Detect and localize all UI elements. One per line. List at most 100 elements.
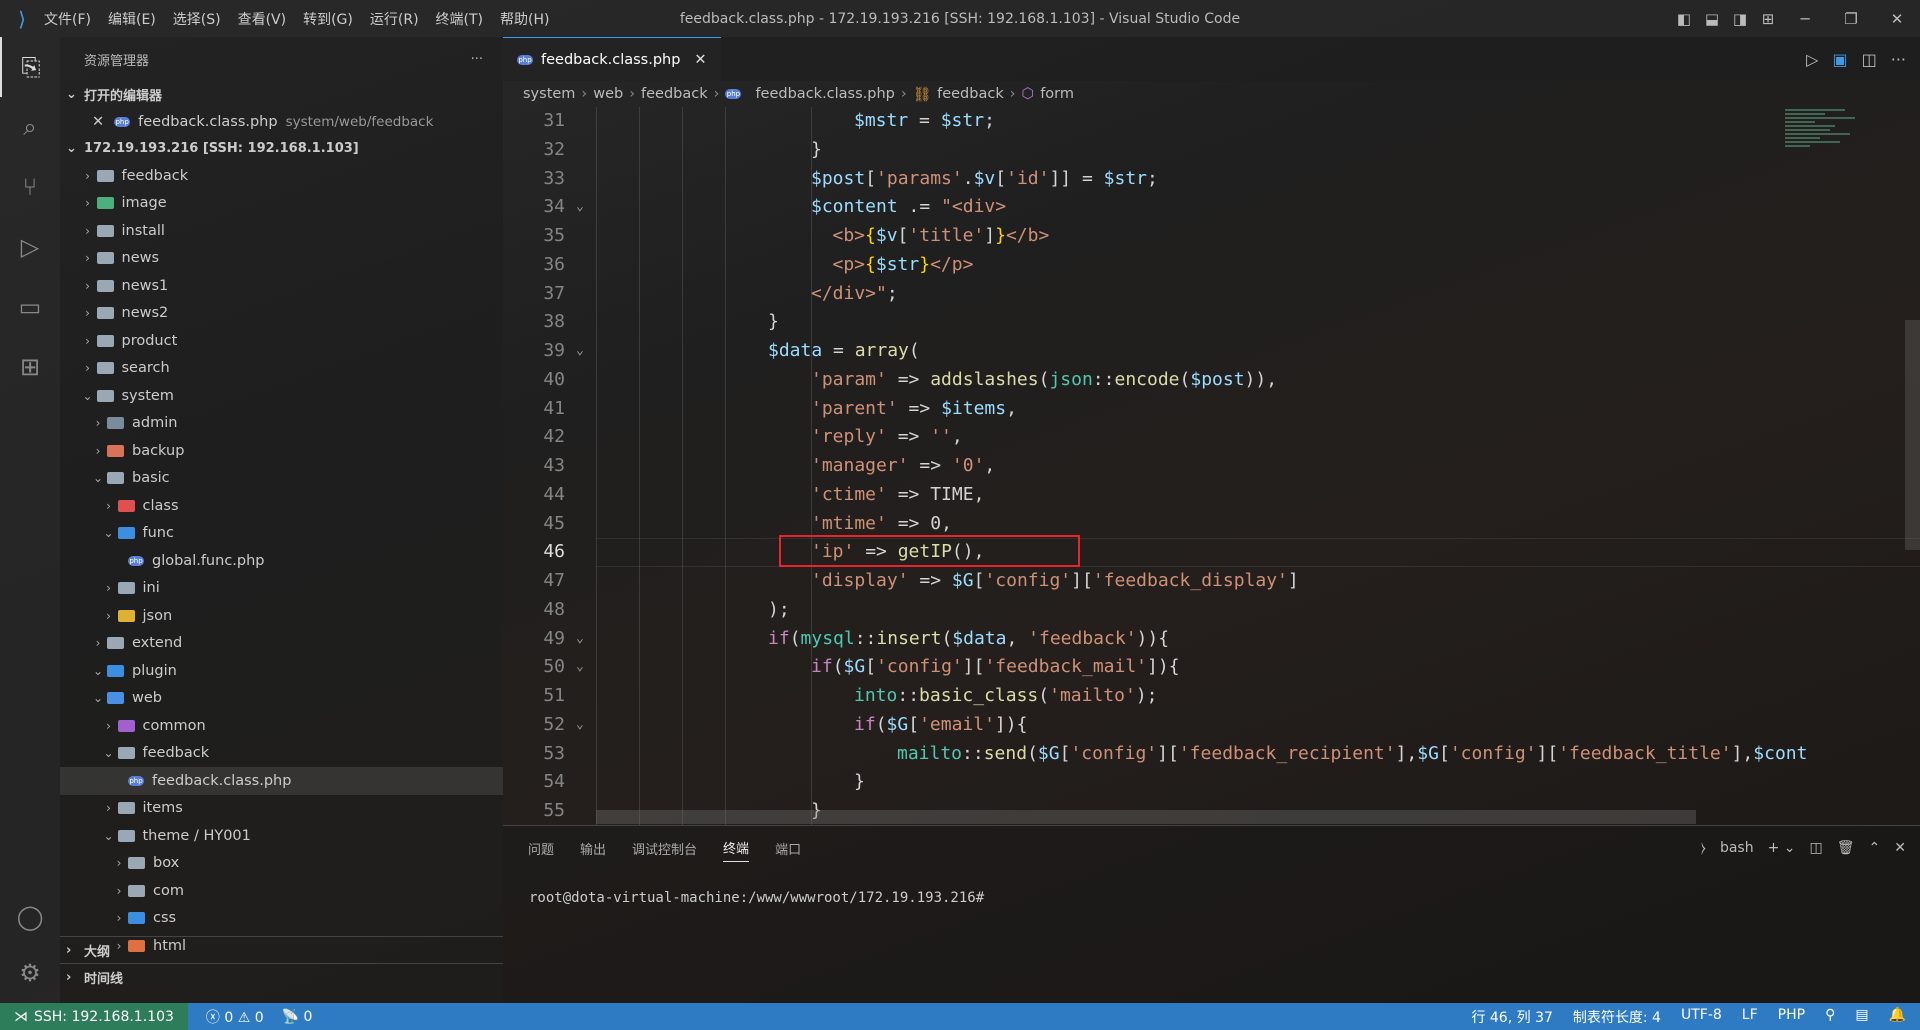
- tree-item[interactable]: › items: [60, 795, 503, 823]
- tree-item[interactable]: › news: [60, 245, 503, 273]
- minimap[interactable]: [1785, 107, 1885, 247]
- tree-item[interactable]: › class: [60, 492, 503, 520]
- menu-item[interactable]: 帮助(H): [500, 12, 549, 28]
- indentation[interactable]: 制表符长度: 4: [1573, 1007, 1661, 1027]
- open-editors-section[interactable]: ⌄ 打开的编辑器: [60, 81, 503, 108]
- tree-item[interactable]: ⌄ theme / HY001: [60, 822, 503, 850]
- breadcrumb-item[interactable]: system: [523, 86, 575, 102]
- remote-indicator[interactable]: ⋊ SSH: 192.168.1.103: [0, 1003, 188, 1030]
- tab-feedback-class-php[interactable]: php feedback.class.php ✕: [503, 37, 721, 81]
- tree-item[interactable]: › search: [60, 355, 503, 383]
- toggle-sidebar-icon[interactable]: ◧: [1670, 10, 1698, 28]
- close-button[interactable]: ✕: [1874, 10, 1920, 28]
- menu-item[interactable]: 终端(T): [436, 12, 483, 28]
- menu-item[interactable]: 运行(R): [370, 12, 419, 28]
- tree-item[interactable]: › common: [60, 712, 503, 740]
- end-of-line[interactable]: LF: [1742, 1007, 1758, 1027]
- ports-indicator[interactable]: 📡 0: [282, 1009, 313, 1025]
- php-debug-icon[interactable]: ▣: [1832, 50, 1847, 69]
- customize-layout-icon[interactable]: ⊞: [1754, 10, 1782, 28]
- fold-chevron-icon[interactable]: ⌄: [576, 625, 584, 654]
- breadcrumb-item[interactable]: feedback.class.php: [755, 86, 894, 102]
- explorer-icon[interactable]: ⎘: [0, 37, 60, 97]
- run-icon[interactable]: ▷: [1806, 50, 1818, 69]
- outline-section[interactable]: › 大纲: [60, 937, 503, 964]
- terminal-shell-label[interactable]: bash: [1720, 840, 1754, 856]
- run-debug-icon[interactable]: ▷: [0, 217, 60, 277]
- panel-tab[interactable]: 端口: [775, 839, 801, 858]
- menu-item[interactable]: 查看(V): [238, 12, 287, 28]
- tree-item[interactable]: ⌄ plugin: [60, 657, 503, 685]
- tree-item[interactable]: ⌄ web: [60, 685, 503, 713]
- settings-gear-icon[interactable]: ⚙: [0, 943, 60, 1003]
- more-actions-icon[interactable]: ···: [1891, 50, 1906, 69]
- breadcrumb-item[interactable]: feedback: [641, 86, 708, 102]
- tree-item[interactable]: › image: [60, 190, 503, 218]
- workspace-root[interactable]: ⌄ 172.19.193.216 [SSH: 192.168.1.103]: [60, 135, 503, 162]
- close-tab-icon[interactable]: ✕: [694, 52, 706, 68]
- menu-item[interactable]: 编辑(E): [108, 12, 156, 28]
- horizontal-scrollbar[interactable]: [596, 810, 1696, 824]
- tree-item[interactable]: › ini: [60, 575, 503, 603]
- terminal-output[interactable]: root@dota-virtual-machine:/www/wwwroot/1…: [503, 870, 1920, 926]
- tree-item[interactable]: › com: [60, 877, 503, 905]
- close-panel-icon[interactable]: ✕: [1894, 840, 1906, 856]
- fold-chevron-icon[interactable]: ⌄: [576, 653, 584, 682]
- open-editor-item[interactable]: ✕ php feedback.class.php system/web/feedbac…: [60, 108, 503, 135]
- tree-item[interactable]: › admin: [60, 410, 503, 438]
- panel-tab[interactable]: 输出: [580, 839, 606, 858]
- search-icon[interactable]: ⌕: [0, 97, 60, 157]
- problems-indicator[interactable]: ⓧ 0 ⚠ 0: [206, 1007, 264, 1027]
- tree-item[interactable]: › news1: [60, 272, 503, 300]
- tree-item[interactable]: › backup: [60, 437, 503, 465]
- timeline-section[interactable]: › 时间线: [60, 964, 503, 991]
- new-terminal-icon[interactable]: + ⌄: [1768, 840, 1796, 856]
- bell-icon[interactable]: 🔔: [1889, 1007, 1906, 1027]
- tree-item[interactable]: ⌄ func: [60, 520, 503, 548]
- language-mode[interactable]: PHP: [1778, 1007, 1805, 1027]
- maximize-panel-icon[interactable]: ⌃: [1869, 840, 1881, 856]
- encoding[interactable]: UTF-8: [1681, 1007, 1722, 1027]
- split-editor-icon[interactable]: ◫: [1862, 50, 1877, 69]
- close-icon[interactable]: ✕: [92, 114, 104, 130]
- breadcrumb-item[interactable]: form: [1040, 86, 1074, 102]
- tree-item[interactable]: ⌄ basic: [60, 465, 503, 493]
- tree-item[interactable]: › css: [60, 905, 503, 933]
- panel-tab[interactable]: 调试控制台: [632, 839, 697, 858]
- tree-item[interactable]: php feedback.class.php: [60, 767, 503, 795]
- tree-item[interactable]: php global.func.php: [60, 547, 503, 575]
- account-icon[interactable]: ◯: [0, 887, 60, 947]
- panel-tab[interactable]: 问题: [528, 839, 554, 858]
- fold-chevron-icon[interactable]: ⌄: [576, 711, 584, 740]
- restore-button[interactable]: ❐: [1828, 10, 1874, 28]
- tree-item[interactable]: › install: [60, 217, 503, 245]
- code-editor[interactable]: 31 $mstr = $str; 32} 33 $post['params'.$v['i…: [503, 107, 1920, 825]
- notifications-file-icon[interactable]: ▤: [1855, 1007, 1868, 1027]
- cursor-position[interactable]: 行 46, 列 37: [1471, 1007, 1552, 1027]
- tree-item[interactable]: › json: [60, 602, 503, 630]
- tree-item[interactable]: › extend: [60, 630, 503, 658]
- toggle-secondary-sidebar-icon[interactable]: ◨: [1726, 10, 1754, 28]
- menu-item[interactable]: 文件(F): [44, 12, 91, 28]
- tree-item[interactable]: › product: [60, 327, 503, 355]
- panel-tab[interactable]: 终端: [723, 834, 750, 862]
- tree-item[interactable]: › feedback: [60, 162, 503, 190]
- minimize-button[interactable]: ─: [1782, 10, 1828, 28]
- toggle-panel-icon[interactable]: ⬓: [1698, 10, 1726, 28]
- live-share-icon[interactable]: ⚲: [1825, 1007, 1835, 1027]
- tree-item[interactable]: › box: [60, 850, 503, 878]
- fold-chevron-icon[interactable]: ⌄: [576, 337, 584, 366]
- tree-item[interactable]: ⌄ system: [60, 382, 503, 410]
- trash-icon[interactable]: 🗑: [1837, 840, 1855, 856]
- menu-item[interactable]: 选择(S): [173, 12, 221, 28]
- source-control-icon[interactable]: ⑂: [0, 157, 60, 217]
- menu-item[interactable]: 转到(G): [303, 12, 353, 28]
- breadcrumb-item[interactable]: feedback: [937, 86, 1004, 102]
- fold-chevron-icon[interactable]: ⌄: [576, 193, 584, 222]
- more-actions-icon[interactable]: ···: [471, 52, 483, 67]
- breadcrumb-item[interactable]: web: [593, 86, 623, 102]
- remote-explorer-icon[interactable]: ▭: [0, 277, 60, 337]
- extensions-icon[interactable]: ⊞: [0, 337, 60, 397]
- tree-item[interactable]: › news2: [60, 300, 503, 328]
- vertical-scrollbar[interactable]: [1905, 320, 1920, 550]
